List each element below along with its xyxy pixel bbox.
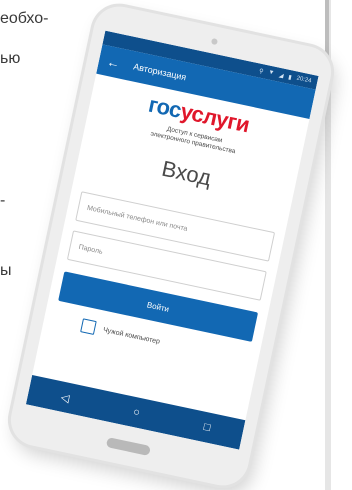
page-text-line: ью xyxy=(0,50,21,67)
hardware-home-button[interactable] xyxy=(105,437,151,456)
nav-recents-icon[interactable]: □ xyxy=(203,421,212,434)
signal-icon: ◢ xyxy=(278,72,285,80)
android-nav-bar: ◁ ○ □ xyxy=(25,374,246,450)
password-placeholder: Пароль xyxy=(78,243,104,256)
camera-icon xyxy=(210,38,219,46)
foreign-computer-checkbox[interactable] xyxy=(80,318,97,336)
tablet-screen: ⚲ ▼ ◢ ▮ 20:24 ← Авторизация госуслуги До… xyxy=(25,30,319,450)
battery-icon: ▮ xyxy=(287,74,293,81)
nav-home-icon[interactable]: ○ xyxy=(132,406,141,419)
back-arrow-icon[interactable]: ← xyxy=(106,53,122,70)
nav-back-icon[interactable]: ◁ xyxy=(60,390,71,404)
tablet-device: ⚲ ▼ ◢ ▮ 20:24 ← Авторизация госуслуги До… xyxy=(6,1,336,490)
page-text-line: ы xyxy=(0,262,12,279)
wifi-icon: ▼ xyxy=(267,69,275,77)
tablet-body: ⚲ ▼ ◢ ▮ 20:24 ← Авторизация госуслуги До… xyxy=(6,1,336,490)
status-time: 20:24 xyxy=(295,75,312,85)
location-icon: ⚲ xyxy=(258,68,264,75)
toolbar-title: Авторизация xyxy=(132,61,188,83)
foreign-computer-label: Чужой компьютер xyxy=(102,326,161,346)
page-text-line: еобхо- xyxy=(0,10,49,27)
page-text-line: - xyxy=(0,192,6,209)
logo-part-gos: гос xyxy=(146,91,184,123)
phone-placeholder: Мобильный телефон или почта xyxy=(86,204,189,233)
